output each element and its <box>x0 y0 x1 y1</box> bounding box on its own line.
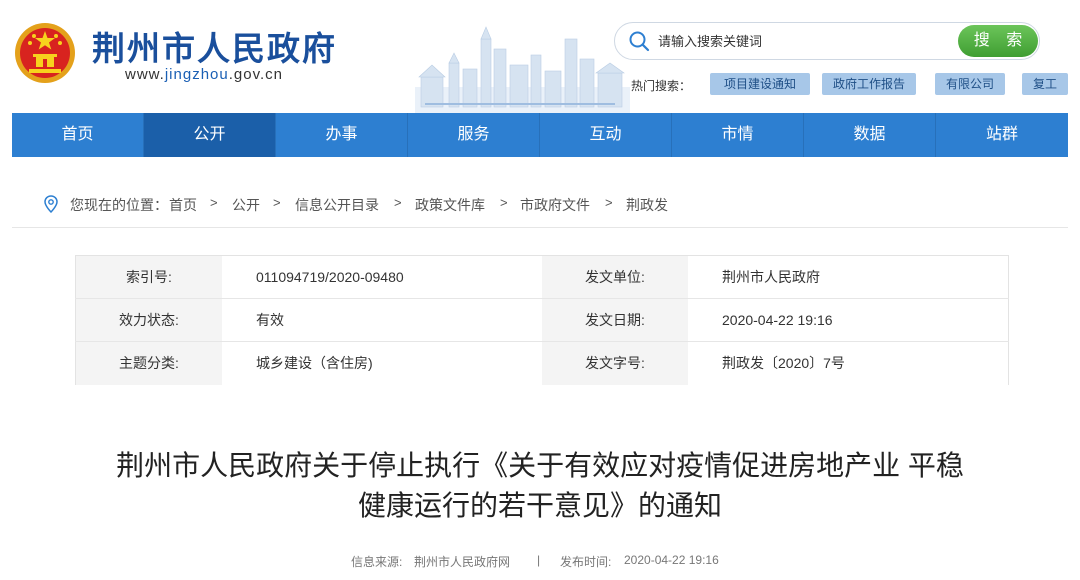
city-skyline-illustration <box>415 26 630 113</box>
breadcrumb-city-gov-files[interactable]: 市政府文件 <box>520 195 590 215</box>
breadcrumb-separator: > <box>394 195 402 210</box>
breadcrumb-separator: > <box>273 195 281 210</box>
publish-time-label: 发布时间: <box>560 555 612 569</box>
breadcrumb-home[interactable]: 首页 <box>169 195 197 215</box>
site-name[interactable]: 荆州市人民政府 <box>92 22 337 70</box>
meta-divider: | <box>537 553 541 567</box>
nav-affairs[interactable]: 办事 <box>276 113 408 157</box>
issuer-label: 发文单位: <box>542 256 688 299</box>
nav-city-info[interactable]: 市情 <box>672 113 804 157</box>
topic-value: 城乡建设（含住房) <box>222 342 542 385</box>
breadcrumb-prefix: 您现在的位置： <box>70 197 168 213</box>
location-pin-icon <box>44 195 58 213</box>
site-url-prefix: www. <box>125 66 165 83</box>
breadcrumb-open[interactable]: 公开 <box>232 195 260 215</box>
breadcrumb-catalog[interactable]: 信息公开目录 <box>295 195 379 215</box>
index-number-label: 索引号: <box>76 256 222 299</box>
hot-search-label: 热门搜索： <box>631 79 692 93</box>
site-url[interactable]: www.jingzhou.gov.cn <box>125 66 283 83</box>
site-url-highlight: jingzhou <box>164 66 229 83</box>
source-value: 荆州市人民政府网 <box>414 555 511 569</box>
nav-open[interactable]: 公开 <box>144 113 276 157</box>
nav-data[interactable]: 数据 <box>804 113 936 157</box>
issue-date-value: 2020-04-22 19:16 <box>688 299 1008 342</box>
document-title-line-1: 荆州市人民政府关于停止执行《关于有效应对疫情促进房地产业 平稳 <box>116 450 964 481</box>
hot-tag-company[interactable]: 有限公司 <box>935 73 1005 95</box>
search-input[interactable] <box>658 30 948 52</box>
breadcrumb-separator: > <box>500 195 508 210</box>
issuer-value: 荆州市人民政府 <box>688 256 1008 299</box>
document-number-label: 发文字号: <box>542 342 688 385</box>
site-url-suffix: .gov.cn <box>228 66 283 83</box>
document-number-value: 荆政发〔2020〕7号 <box>688 342 1008 385</box>
nav-interaction[interactable]: 互动 <box>540 113 672 157</box>
publish-time-value: 2020-04-22 19:16 <box>624 553 719 567</box>
issue-date-label: 发文日期: <box>542 299 688 342</box>
status-label: 效力状态: <box>76 299 222 342</box>
hot-tag-project-notice[interactable]: 项目建设通知 <box>710 73 810 95</box>
breadcrumb-separator: > <box>605 195 613 210</box>
breadcrumb-separator: > <box>210 195 218 210</box>
index-number-value: 011094719/2020-09480 <box>222 256 542 299</box>
main-nav: 首页 公开 办事 服务 互动 市情 数据 站群 <box>12 113 1068 157</box>
search-button[interactable]: 搜 索 <box>958 25 1038 57</box>
national-emblem-icon <box>15 23 75 83</box>
search-icon <box>629 31 650 52</box>
breadcrumb-policy-library[interactable]: 政策文件库 <box>415 195 485 215</box>
site-header: 荆州市人民政府 www.jingzhou.gov.cn 请输入搜索关键词 搜 索… <box>0 0 1080 113</box>
hot-tag-gov-report[interactable]: 政府工作报告 <box>822 73 916 95</box>
topic-label: 主题分类: <box>76 342 222 385</box>
nav-site-group[interactable]: 站群 <box>936 113 1068 157</box>
hot-tag-resume-work[interactable]: 复工 <box>1022 73 1068 95</box>
document-title: 荆州市人民政府关于停止执行《关于有效应对疫情促进房地产业 平稳 健康运行的若干意… <box>40 446 1040 526</box>
source-label: 信息来源: <box>351 555 403 569</box>
nav-service[interactable]: 服务 <box>408 113 540 157</box>
document-title-line-2: 健康运行的若干意见》的通知 <box>357 490 722 521</box>
nav-home[interactable]: 首页 <box>12 113 144 157</box>
status-value: 有效 <box>222 299 542 342</box>
breadcrumb-jingzhengfa[interactable]: 荆政发 <box>626 195 668 215</box>
